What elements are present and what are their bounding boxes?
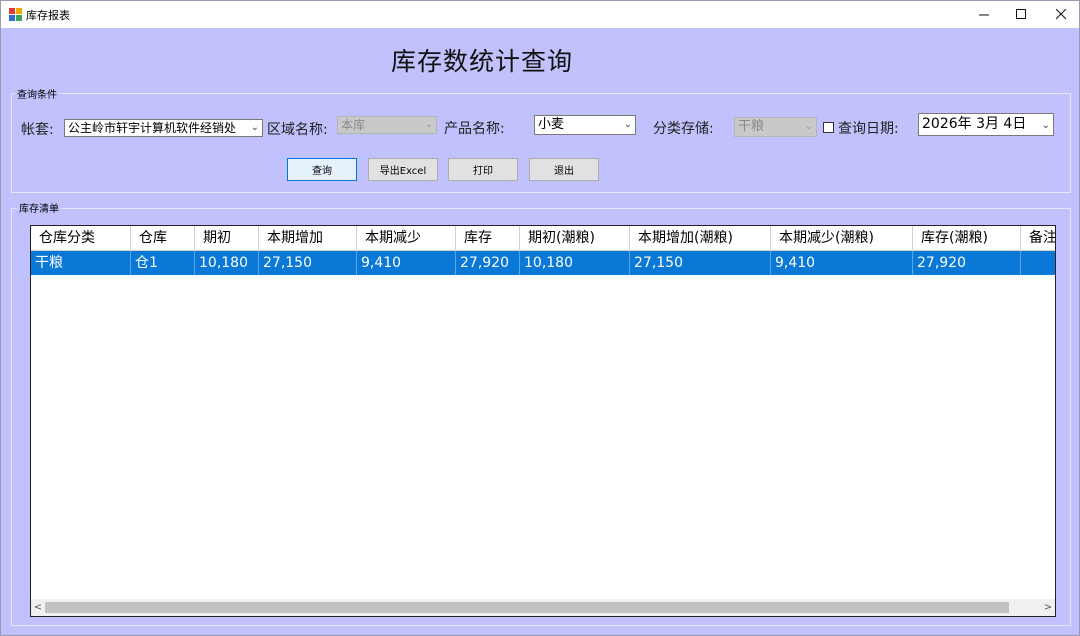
date-checkbox[interactable] [823, 122, 834, 133]
maximize-icon [1015, 9, 1026, 19]
table-cell[interactable]: 27,920 [456, 251, 520, 275]
column-header[interactable]: 本期减少 [357, 226, 456, 251]
product-select[interactable]: 小麦 ⌄ [534, 115, 636, 135]
grid-header: 仓库分类 仓库 期初 本期增加 本期减少 库存 期初(潮粮) 本期增加(潮粮) … [31, 226, 1055, 251]
date-picker[interactable]: 2026年 3月 4日 ⌄ [918, 113, 1054, 136]
dropdown-arrow-icon: ⌄ [250, 122, 259, 133]
column-header[interactable]: 库存(潮粮) [913, 226, 1021, 251]
region-label: 区域名称: [267, 122, 328, 138]
table-cell[interactable]: 9,410 [357, 251, 456, 275]
table-cell[interactable] [1021, 251, 1055, 275]
close-icon [1055, 9, 1066, 20]
column-header[interactable]: 本期减少(潮粮) [771, 226, 913, 251]
column-header[interactable]: 仓库 [131, 226, 195, 251]
account-label: 帐套: [21, 122, 54, 138]
product-value: 小麦 [538, 117, 565, 132]
column-header[interactable]: 库存 [456, 226, 520, 251]
dropdown-arrow-icon: ⌄ [804, 121, 813, 132]
table-cell[interactable]: 仓1 [131, 251, 195, 275]
inventory-grid[interactable]: 仓库分类 仓库 期初 本期增加 本期减少 库存 期初(潮粮) 本期增加(潮粮) … [30, 225, 1056, 617]
date-label: 查询日期: [838, 121, 899, 137]
table-cell[interactable]: 9,410 [771, 251, 913, 275]
scroll-right-icon[interactable]: > [1041, 599, 1055, 616]
page-title: 库存数统计查询 [391, 47, 574, 76]
main-window: 库存报表 库存数统计查询 查询条件 帐套: 公主岭市轩宇计算机软件经销处 ⌄ 区… [0, 0, 1080, 636]
region-select[interactable]: 本库 ⌄ [337, 116, 437, 134]
column-header[interactable]: 本期增加 [259, 226, 357, 251]
column-header[interactable]: 备注 [1021, 226, 1055, 251]
query-group-label: 查询条件 [15, 86, 59, 101]
table-cell[interactable]: 10,180 [520, 251, 630, 275]
list-group-label: 库存清单 [17, 200, 61, 215]
column-header[interactable]: 期初 [195, 226, 259, 251]
account-value: 公主岭市轩宇计算机软件经销处 [68, 121, 237, 135]
product-label: 产品名称: [444, 121, 505, 137]
dropdown-arrow-icon: ⌄ [623, 119, 632, 130]
app-icon [9, 8, 22, 21]
column-header[interactable]: 期初(潮粮) [520, 226, 630, 251]
category-value: 干粮 [738, 119, 765, 134]
category-select[interactable]: 干粮 ⌄ [734, 117, 817, 137]
dropdown-arrow-icon: ⌄ [424, 119, 433, 130]
dropdown-arrow-icon: ⌄ [1041, 120, 1050, 131]
query-button[interactable]: 查询 [287, 158, 357, 181]
table-cell[interactable]: 干粮 [31, 251, 131, 275]
scroll-left-icon[interactable]: < [31, 599, 45, 616]
table-cell[interactable]: 27,150 [259, 251, 357, 275]
scrollbar-thumb[interactable] [45, 602, 1009, 613]
horizontal-scrollbar[interactable]: < > [31, 599, 1055, 616]
column-header[interactable]: 仓库分类 [31, 226, 131, 251]
minimize-icon [978, 14, 989, 16]
date-value: 2026年 3月 4日 [922, 116, 1027, 132]
column-header[interactable]: 本期增加(潮粮) [630, 226, 771, 251]
export-excel-button[interactable]: 导出Excel [368, 158, 438, 181]
table-cell[interactable]: 10,180 [195, 251, 259, 275]
close-button[interactable] [1038, 1, 1080, 28]
title-bar: 库存报表 [1, 1, 1079, 28]
region-value: 本库 [341, 118, 366, 132]
exit-button[interactable]: 退出 [529, 158, 599, 181]
window-title: 库存报表 [26, 9, 70, 22]
table-row[interactable]: 干粮 仓1 10,180 27,150 9,410 27,920 10,180 … [31, 251, 1055, 275]
table-cell[interactable]: 27,150 [630, 251, 771, 275]
table-cell[interactable]: 27,920 [913, 251, 1021, 275]
account-select[interactable]: 公主岭市轩宇计算机软件经销处 ⌄ [64, 119, 263, 137]
print-button[interactable]: 打印 [448, 158, 518, 181]
category-label: 分类存储: [653, 121, 714, 137]
